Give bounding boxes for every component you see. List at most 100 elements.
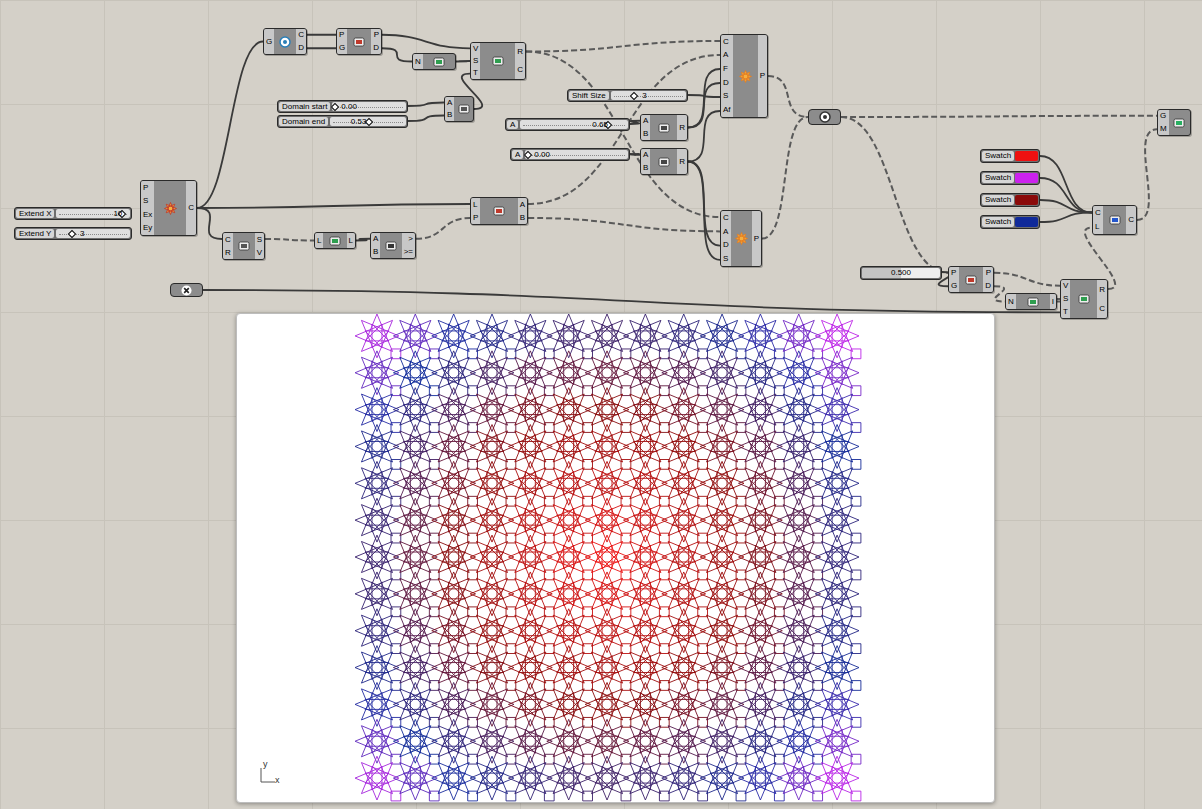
output-port[interactable]: C <box>188 204 194 212</box>
swatch[interactable]: Swatch <box>980 193 1040 207</box>
output-port[interactable]: C <box>517 66 523 74</box>
input-port[interactable]: M <box>1160 125 1167 133</box>
input-port[interactable]: G <box>1160 112 1167 120</box>
rhino-viewport[interactable]: yx <box>236 313 995 803</box>
input-port[interactable]: L <box>473 201 478 209</box>
input-port[interactable]: Ex <box>143 211 152 219</box>
input-port[interactable]: G <box>266 38 272 46</box>
input-port[interactable]: A <box>643 151 648 159</box>
output-port[interactable]: C <box>1128 216 1134 224</box>
swatch[interactable]: Swatch <box>980 149 1040 163</box>
grasshopper-canvas[interactable]: GCDPGPDNVSTRCABABRABRCAFDSAfPCADSPGMCLCP… <box>0 0 1202 809</box>
component-node[interactable]: G CD <box>263 28 307 55</box>
output-port[interactable]: C <box>298 31 304 39</box>
input-port[interactable]: C <box>723 38 731 46</box>
input-port[interactable]: G <box>951 282 957 290</box>
slider-knob[interactable] <box>524 151 532 159</box>
input-port[interactable]: B <box>643 164 648 172</box>
number-slider[interactable]: Extend Y3 <box>14 227 132 240</box>
component-node[interactable]: ABR <box>640 114 688 141</box>
swatch-color[interactable] <box>1015 173 1038 183</box>
component-node[interactable]: CR SV <box>222 232 265 260</box>
input-port[interactable]: A <box>723 51 731 59</box>
input-port[interactable]: V <box>473 45 478 53</box>
output-port[interactable]: A <box>520 201 525 209</box>
input-port[interactable]: C <box>1095 209 1101 217</box>
input-port[interactable]: V <box>1063 282 1068 290</box>
input-port[interactable]: S <box>723 255 729 263</box>
component-node[interactable]: AB > >= <box>370 232 416 259</box>
input-port[interactable]: A <box>643 117 648 125</box>
component-node[interactable]: GM <box>1157 109 1191 136</box>
component-node[interactable]: VST R C <box>1060 279 1108 319</box>
output-port[interactable]: V <box>257 249 262 257</box>
input-port[interactable]: P <box>143 184 152 192</box>
number-slider[interactable]: Shift Size3 <box>567 89 688 102</box>
param-node[interactable] <box>170 283 203 297</box>
component-node[interactable]: AB R <box>640 148 688 175</box>
component-node[interactable]: CAFDSAfP <box>720 34 768 118</box>
input-port[interactable]: N <box>415 58 421 66</box>
output-port[interactable]: P <box>985 269 991 277</box>
output-port[interactable]: D <box>298 44 304 52</box>
input-port[interactable]: B <box>643 130 648 138</box>
value-bar-slider[interactable]: 0.500 <box>860 266 942 280</box>
output-port[interactable]: D <box>373 44 379 52</box>
swatch-color[interactable] <box>1015 217 1038 227</box>
component-node[interactable]: PGPD <box>336 28 382 55</box>
input-port[interactable]: Ey <box>143 224 152 232</box>
input-port[interactable]: C <box>723 214 729 222</box>
swatch-color[interactable] <box>1015 151 1038 161</box>
input-port[interactable]: T <box>473 69 478 77</box>
input-port[interactable]: B <box>447 111 452 119</box>
output-port[interactable]: R <box>1099 286 1105 294</box>
input-port[interactable]: B <box>373 248 378 256</box>
component-node[interactable]: PGPD <box>948 266 994 293</box>
input-port[interactable]: S <box>1063 295 1068 303</box>
output-port[interactable]: I <box>1052 298 1054 306</box>
swatch[interactable]: Swatch <box>980 171 1040 185</box>
slider-knob[interactable] <box>630 92 638 100</box>
swatch[interactable]: Swatch <box>980 215 1040 229</box>
number-slider[interactable]: Domain start0.00 <box>277 100 408 113</box>
component-node[interactable]: PSExEyC <box>140 180 197 236</box>
component-node[interactable]: CLC <box>1092 205 1137 235</box>
input-port[interactable]: D <box>723 79 731 87</box>
input-port[interactable]: A <box>447 99 452 107</box>
output-port[interactable]: R <box>679 158 685 166</box>
component-node[interactable]: AB <box>444 96 474 122</box>
input-port[interactable]: G <box>339 44 345 52</box>
output-port[interactable]: D <box>985 282 991 290</box>
output-port[interactable]: C <box>1099 305 1105 313</box>
output-port[interactable]: P <box>760 72 765 80</box>
input-port[interactable]: A <box>723 228 729 236</box>
slider-knob[interactable] <box>331 103 339 111</box>
input-port[interactable]: C <box>225 236 231 244</box>
component-node[interactable]: VSTRC <box>470 42 526 80</box>
component-node[interactable]: CADS P <box>720 210 762 267</box>
output-port[interactable]: B <box>520 214 525 222</box>
swatch-color[interactable] <box>1015 195 1038 205</box>
slider-knob[interactable] <box>68 230 76 238</box>
input-port[interactable]: P <box>951 269 957 277</box>
output-port[interactable]: >= <box>404 248 413 256</box>
input-port[interactable]: L <box>317 237 321 245</box>
input-port[interactable]: N <box>1008 298 1014 306</box>
input-port[interactable]: S <box>723 92 731 100</box>
input-port[interactable]: A <box>373 235 378 243</box>
component-node[interactable]: LL <box>314 232 356 249</box>
input-port[interactable]: Af <box>723 106 731 114</box>
output-port[interactable]: P <box>754 235 759 243</box>
input-port[interactable]: L <box>1095 223 1101 231</box>
input-port[interactable]: R <box>225 249 231 257</box>
input-port[interactable]: T <box>1063 308 1068 316</box>
input-port[interactable]: P <box>339 31 345 39</box>
number-slider[interactable]: Extend X10 <box>14 207 132 220</box>
component-node[interactable]: NI <box>1005 293 1057 310</box>
input-port[interactable]: D <box>723 241 729 249</box>
output-port[interactable]: P <box>373 31 379 39</box>
component-node[interactable]: N <box>412 53 456 70</box>
output-port[interactable]: > <box>404 235 413 243</box>
component-node[interactable]: LPAB <box>470 197 528 225</box>
output-port[interactable]: S <box>257 236 262 244</box>
